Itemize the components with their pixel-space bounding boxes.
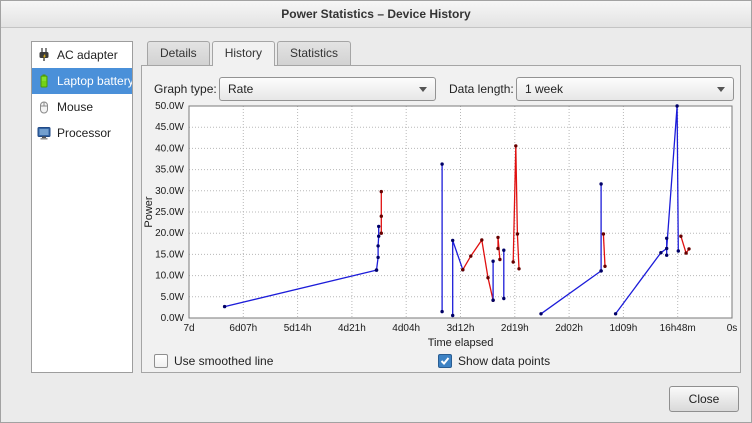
mouse-icon (36, 99, 52, 115)
show-data-points-label: Show data points (458, 354, 550, 368)
svg-text:1d09h: 1d09h (609, 323, 637, 334)
tab-history[interactable]: History (212, 41, 275, 66)
svg-text:25.0W: 25.0W (155, 207, 184, 218)
sidebar-item-laptop-battery[interactable]: Laptop battery (32, 68, 132, 94)
checkbox-checked-icon (438, 354, 452, 368)
smoothed-line-label: Use smoothed line (174, 354, 273, 368)
tab-label: History (225, 46, 262, 60)
svg-text:50.0W: 50.0W (155, 102, 184, 112)
svg-text:10.0W: 10.0W (155, 271, 184, 282)
sidebar-item-mouse[interactable]: Mouse (32, 94, 132, 120)
svg-text:20.0W: 20.0W (155, 228, 184, 239)
graph-type-select[interactable]: Rate (219, 77, 436, 101)
sidebar-item-processor[interactable]: Processor (32, 120, 132, 146)
svg-text:2d19h: 2d19h (501, 323, 529, 334)
window-title: Power Statistics – Device History (281, 7, 470, 21)
svg-text:4d04h: 4d04h (392, 323, 420, 334)
svg-text:4d21h: 4d21h (338, 323, 366, 334)
laptop-battery-icon (36, 73, 52, 89)
smoothed-line-checkbox[interactable]: Use smoothed line (154, 354, 273, 368)
svg-text:40.0W: 40.0W (155, 143, 184, 154)
chevron-down-icon (717, 87, 725, 92)
svg-text:0s: 0s (727, 323, 738, 334)
svg-text:5.0W: 5.0W (161, 292, 185, 303)
history-tab-panel: Graph type: Rate Data length: 1 week 0.0… (141, 65, 741, 373)
sidebar-item-label: Processor (57, 126, 111, 140)
tab-label: Statistics (290, 46, 338, 60)
svg-text:7d: 7d (183, 323, 194, 334)
svg-text:Time elapsed: Time elapsed (428, 337, 494, 349)
svg-text:45.0W: 45.0W (155, 122, 184, 133)
close-button[interactable]: Close (669, 386, 739, 412)
chevron-down-icon (419, 87, 427, 92)
graph-type-label: Graph type: (154, 82, 217, 96)
sidebar-item-label: Mouse (57, 100, 93, 114)
svg-text:2d02h: 2d02h (555, 323, 583, 334)
processor-icon (36, 125, 52, 141)
graph-type-value: Rate (228, 82, 253, 96)
data-length-value: 1 week (525, 82, 563, 96)
svg-text:30.0W: 30.0W (155, 186, 184, 197)
notebook: Details History Statistics Graph type: R… (141, 41, 741, 373)
svg-text:15.0W: 15.0W (155, 249, 184, 260)
sidebar-item-label: AC adapter (57, 48, 118, 62)
tab-bar: Details History Statistics (147, 41, 353, 66)
data-length-select[interactable]: 1 week (516, 77, 734, 101)
sidebar-item-ac-adapter[interactable]: AC adapter (32, 42, 132, 68)
history-chart-svg: 0.0W 5.0W 10.0W 15.0W 20.0W 25.0W 30.0W 35.0W 40… (142, 102, 738, 350)
titlebar: Power Statistics – Device History (1, 1, 751, 28)
svg-text:0.0W: 0.0W (161, 313, 185, 324)
tab-label: Details (160, 46, 197, 60)
tab-details[interactable]: Details (147, 41, 210, 65)
svg-text:3d12h: 3d12h (447, 323, 475, 334)
svg-text:35.0W: 35.0W (155, 165, 184, 176)
power-history-chart: 0.0W 5.0W 10.0W 15.0W 20.0W 25.0W 30.0W 35.0W 40… (142, 102, 738, 350)
check-icon (440, 356, 450, 366)
device-list: AC adapter Laptop battery Mouse (31, 41, 133, 373)
svg-text:16h48m: 16h48m (660, 323, 696, 334)
show-data-points-checkbox[interactable]: Show data points (438, 354, 550, 368)
tab-statistics[interactable]: Statistics (277, 41, 351, 65)
svg-text:Power: Power (143, 196, 155, 228)
ac-adapter-icon (36, 47, 52, 63)
checkbox-unchecked-icon (154, 354, 168, 368)
power-statistics-window: Power Statistics – Device History AC ada… (0, 0, 752, 423)
svg-text:5d14h: 5d14h (284, 323, 312, 334)
close-button-label: Close (689, 392, 720, 406)
svg-text:6d07h: 6d07h (229, 323, 257, 334)
sidebar-item-label: Laptop battery (57, 74, 133, 88)
data-length-label: Data length: (449, 82, 514, 96)
